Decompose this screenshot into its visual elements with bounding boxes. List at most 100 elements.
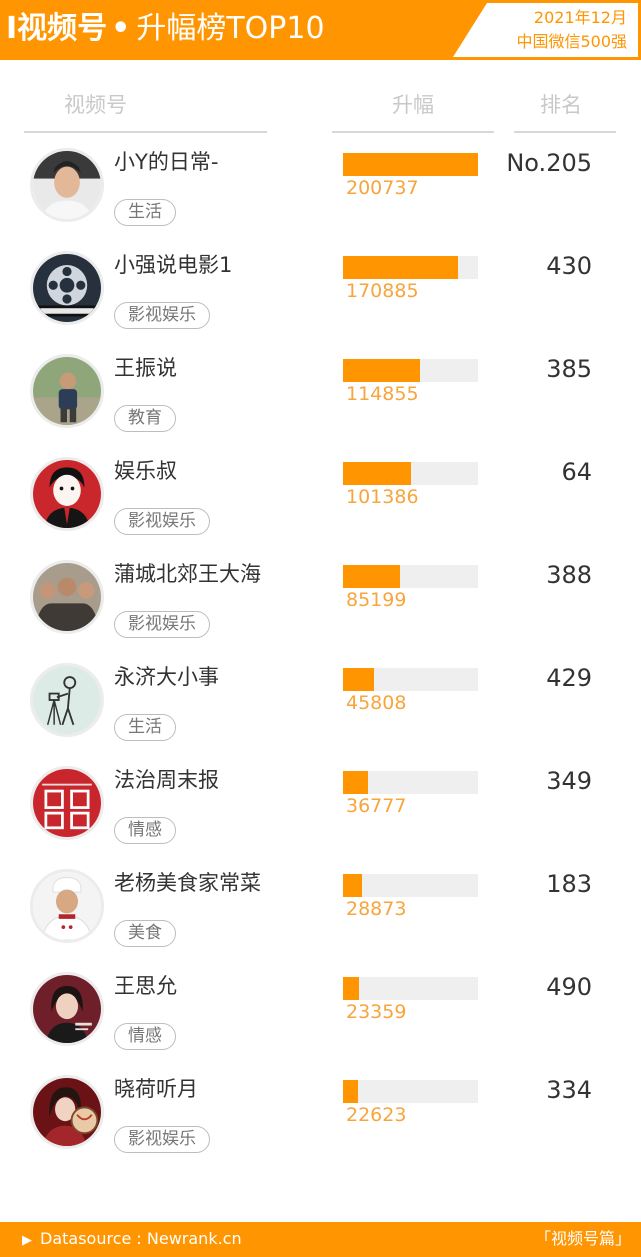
rise-value: 114855 xyxy=(346,383,419,405)
avatar[interactable] xyxy=(30,766,104,840)
rank-value: 183 xyxy=(546,870,592,898)
rise-value: 23359 xyxy=(346,1001,407,1023)
account-name[interactable]: 晓荷听月 xyxy=(114,1074,198,1104)
account-name[interactable]: 蒲城北郊王大海 xyxy=(114,559,261,589)
list-item[interactable]: 小Y的日常- 生活 200737 No.205 xyxy=(0,143,641,246)
column-divider xyxy=(332,131,494,133)
man-outdoors-avatar xyxy=(33,357,101,425)
title-sub: 升幅榜TOP10 xyxy=(136,11,325,46)
rise-value: 85199 xyxy=(346,589,407,611)
account-name[interactable]: 王思允 xyxy=(114,971,177,1001)
avatar[interactable] xyxy=(30,560,104,634)
footer-bar: ▶ Datasource : Newrank.cn 「视频号篇」 xyxy=(0,1222,641,1257)
avatar[interactable] xyxy=(30,663,104,737)
category-badge: 影视娱乐 xyxy=(114,302,210,329)
list-item[interactable]: 蒲城北郊王大海 影视娱乐 85199 388 xyxy=(0,555,641,658)
rise-value: 170885 xyxy=(346,280,419,302)
bar-track xyxy=(343,153,478,176)
list-item[interactable]: 永济大小事 生活 45808 429 xyxy=(0,658,641,761)
rank-value: No.205 xyxy=(506,149,592,177)
avatar[interactable] xyxy=(30,869,104,943)
category-badge: 生活 xyxy=(114,199,176,226)
category-badge: 影视娱乐 xyxy=(114,508,210,535)
newspaper-seal-avatar xyxy=(33,769,101,837)
account-name[interactable]: 娱乐叔 xyxy=(114,456,177,486)
column-header-rank: 排名 xyxy=(540,93,582,117)
list-item[interactable]: 娱乐叔影视娱乐 101386 64 xyxy=(0,452,641,555)
bar-track xyxy=(343,462,478,485)
scope-label: 中国微信500强 xyxy=(516,32,627,51)
avatar[interactable] xyxy=(30,457,104,531)
rise-value: 36777 xyxy=(346,795,407,817)
header-banner: I视频号 • 升幅榜TOP10 2021年12月 中国微信500强 xyxy=(0,0,641,60)
category-badge: 影视娱乐 xyxy=(114,1126,210,1153)
rise-value: 28873 xyxy=(346,898,407,920)
footer-section: 「视频号篇」 xyxy=(534,1229,631,1248)
bar-track xyxy=(343,565,478,588)
woman-portrait-avatar xyxy=(33,975,101,1043)
list-item[interactable]: 老杨美食家常菜 美食 28873 183 xyxy=(0,864,641,967)
list-item[interactable]: 晓荷听月影视娱乐 22623 334 xyxy=(0,1070,641,1173)
bar-fill xyxy=(343,359,421,382)
rise-value: 200737 xyxy=(346,177,419,199)
page-title: I视频号 • 升幅榜TOP10 xyxy=(6,9,325,49)
rank-value: 429 xyxy=(546,664,592,692)
list-item[interactable]: 王振说教育 114855 385 xyxy=(0,349,641,452)
column-divider xyxy=(24,131,267,133)
avatar[interactable] xyxy=(30,148,104,222)
rank-value: 64 xyxy=(561,458,592,486)
account-name[interactable]: 老杨美食家常菜 xyxy=(114,868,261,898)
title-main: I视频号 xyxy=(6,11,108,46)
bar-fill xyxy=(343,153,478,176)
rise-value: 101386 xyxy=(346,486,419,508)
bar-track xyxy=(343,256,478,279)
bar-fill xyxy=(343,256,458,279)
rank-value: 349 xyxy=(546,767,592,795)
bar-fill xyxy=(343,668,374,691)
bar-track xyxy=(343,359,478,382)
rank-value: 490 xyxy=(546,973,592,1001)
avatar[interactable] xyxy=(30,354,104,428)
film-reel-avatar xyxy=(33,254,101,322)
rank-value: 385 xyxy=(546,355,592,383)
column-header-name: 视频号 xyxy=(64,93,127,117)
category-badge: 情感 xyxy=(114,1023,176,1050)
column-divider xyxy=(514,131,616,133)
bar-track xyxy=(343,771,478,794)
footer-source: ▶ Datasource : Newrank.cn xyxy=(22,1228,242,1252)
bar-fill xyxy=(343,874,363,897)
list-item[interactable]: 法治周末报情感 36777 349 xyxy=(0,761,641,864)
bar-track xyxy=(343,977,478,1000)
account-name[interactable]: 小Y的日常- xyxy=(114,147,218,177)
date-label: 2021年12月 xyxy=(533,8,627,27)
list-item[interactable]: 小强说电影1 影视娱乐 170885 430 xyxy=(0,246,641,349)
bar-track xyxy=(343,1080,478,1103)
account-name[interactable]: 法治周末报 xyxy=(114,765,219,795)
bar-fill xyxy=(343,1080,359,1103)
account-name[interactable]: 小强说电影1 xyxy=(114,250,232,280)
bar-fill xyxy=(343,462,412,485)
woman-fan-avatar xyxy=(33,1078,101,1146)
category-badge: 情感 xyxy=(114,817,176,844)
avatar[interactable] xyxy=(30,1075,104,1149)
category-badge: 生活 xyxy=(114,714,176,741)
play-arrow-icon: ▶ xyxy=(22,1233,32,1248)
avatar[interactable] xyxy=(30,972,104,1046)
source-text: Datasource : Newrank.cn xyxy=(40,1229,242,1248)
photographer-sketch-avatar xyxy=(33,666,101,734)
column-header-rise: 升幅 xyxy=(392,93,434,117)
category-badge: 教育 xyxy=(114,405,176,432)
rank-value: 334 xyxy=(546,1076,592,1104)
account-name[interactable]: 永济大小事 xyxy=(114,662,219,692)
account-name[interactable]: 王振说 xyxy=(114,353,177,383)
bar-fill xyxy=(343,977,359,1000)
bar-fill xyxy=(343,565,401,588)
bar-track xyxy=(343,668,478,691)
chef-avatar xyxy=(33,872,101,940)
rank-value: 388 xyxy=(546,561,592,589)
rise-value: 22623 xyxy=(346,1104,407,1126)
title-dot: • xyxy=(111,11,131,46)
list-item[interactable]: 王思允情感 23359 490 xyxy=(0,967,641,1070)
avatar[interactable] xyxy=(30,251,104,325)
rank-value: 430 xyxy=(546,252,592,280)
